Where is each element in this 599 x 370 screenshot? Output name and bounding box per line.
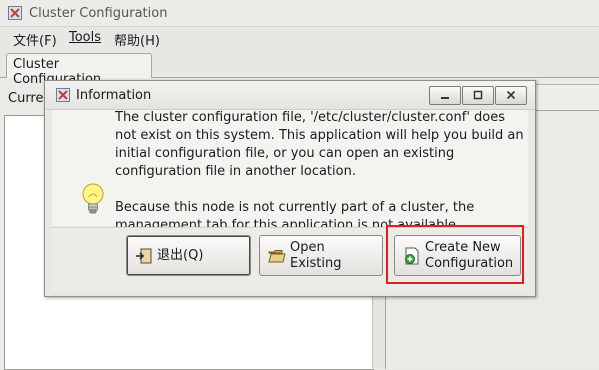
- open-existing-line1: Open: [290, 239, 325, 255]
- maximize-button[interactable]: [462, 86, 494, 105]
- menu-file[interactable]: 文件(F): [13, 30, 57, 49]
- quit-button[interactable]: 退出(Q): [126, 235, 251, 276]
- open-existing-line2: Existing: [290, 255, 342, 271]
- dialog-title: Information: [76, 88, 152, 103]
- window-titlebar: Cluster Configuration: [0, 0, 599, 27]
- dialog-message: The cluster configuration file, '/etc/cl…: [115, 109, 525, 235]
- open-existing-button[interactable]: Open Existing: [259, 235, 383, 276]
- minimize-icon: [441, 97, 449, 99]
- current-label: Curre: [8, 91, 44, 106]
- menu-help[interactable]: 帮助(H): [114, 30, 160, 49]
- menu-file-label: 文件: [13, 34, 40, 49]
- open-existing-label: Open Existing: [290, 240, 342, 272]
- app-icon: [8, 6, 22, 20]
- close-icon: [506, 90, 516, 100]
- quit-label-mnemonic: (Q): [183, 247, 204, 263]
- tab-cluster-configuration[interactable]: Cluster Configuration: [6, 53, 152, 87]
- dialog-app-icon: [56, 88, 70, 102]
- dialog-titlebar[interactable]: Information: [45, 81, 535, 110]
- maximize-icon: [473, 90, 483, 100]
- lightbulb-icon: [82, 183, 104, 214]
- menu-help-label: 帮助: [114, 34, 141, 49]
- minimize-button[interactable]: [429, 86, 461, 105]
- annotation-highlight-box: [386, 225, 524, 284]
- close-button[interactable]: [495, 86, 527, 105]
- exit-icon: [136, 248, 152, 263]
- menu-file-mnemonic: (F): [39, 34, 57, 49]
- quit-button-label: 退出(Q): [157, 248, 203, 264]
- window-title: Cluster Configuration: [29, 6, 168, 21]
- menu-help-mnemonic: (H): [140, 34, 160, 49]
- menubar: 文件(F) Tools 帮助(H): [0, 27, 599, 49]
- menu-tools[interactable]: Tools: [69, 30, 101, 45]
- open-folder-icon: [268, 249, 286, 262]
- window-controls: [429, 86, 527, 105]
- message-paragraph-1: The cluster configuration file, '/etc/cl…: [115, 110, 524, 179]
- quit-label-text: 退出: [157, 247, 184, 263]
